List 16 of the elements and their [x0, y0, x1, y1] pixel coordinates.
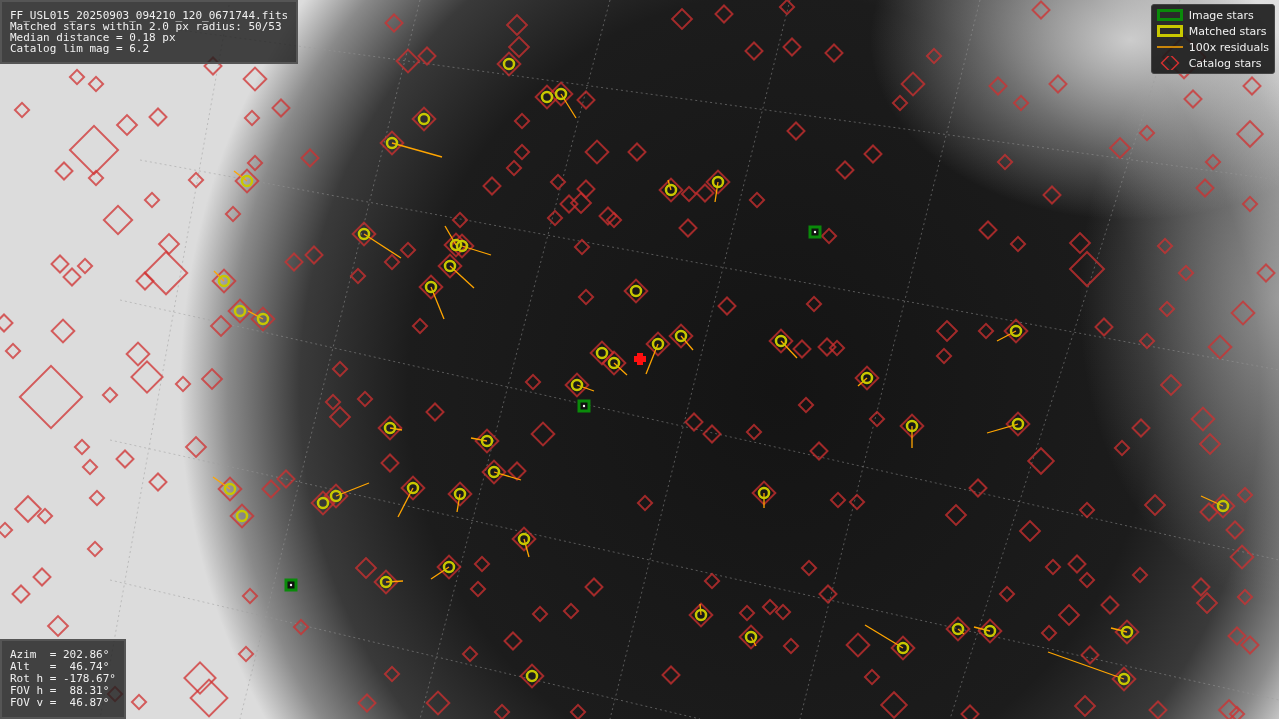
legend-label: Image stars [1188, 8, 1254, 22]
center-cross-icon [634, 353, 646, 365]
pointing-text: FOV h = 88.31° [10, 685, 111, 697]
legend-label: 100x residuals [1188, 40, 1269, 54]
info-text: Median distance = 0.18 px [10, 32, 176, 43]
info-text: Catalog lim mag = 6.2 [10, 43, 151, 54]
pointing-text: Alt = 46.74° [10, 661, 111, 673]
pointing-text: FOV v = 46.87° [10, 697, 111, 709]
info-text: Matched stars within 2.0 px radius: 50/53 [10, 21, 282, 32]
info-text: FF_USL015_20250903_094210_120_0671744.fits [10, 10, 289, 21]
image-star-swatch-icon [1156, 9, 1183, 21]
pointing-text: Azim = 202.86° [10, 649, 111, 661]
matched-star-swatch-icon [1156, 25, 1183, 37]
pointing-text: Rot h = -178.67° [10, 673, 116, 685]
legend-label: Matched stars [1188, 24, 1267, 38]
legend-label: Catalog stars [1188, 56, 1262, 70]
